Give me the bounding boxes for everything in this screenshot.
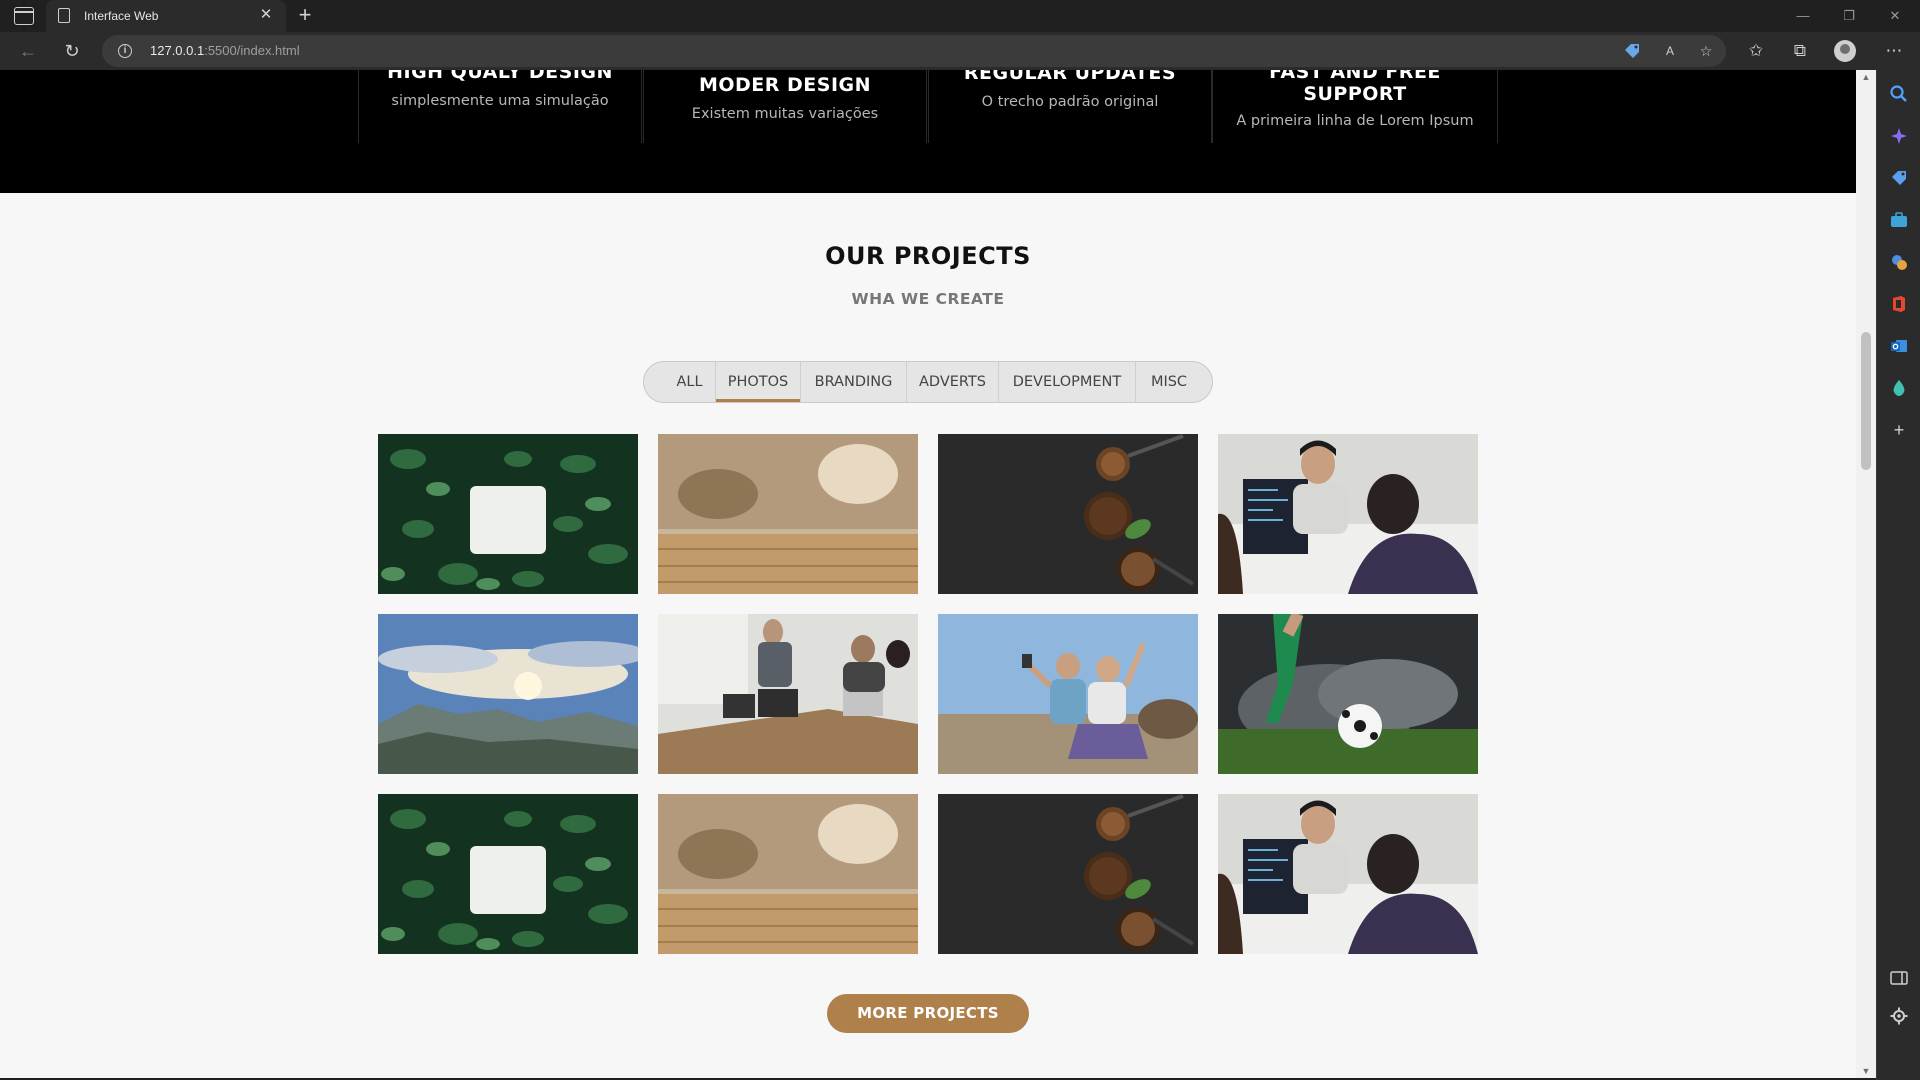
- filter-misc[interactable]: MISC: [1136, 362, 1212, 402]
- feature-item: MODER DESIGN Existem muitas variações: [643, 70, 927, 143]
- games-icon[interactable]: [1889, 252, 1909, 272]
- feature-title: REGULAR UPDATES: [963, 70, 1177, 84]
- browser-tab[interactable]: Interface Web ✕: [46, 0, 286, 32]
- feature-item: FAST AND FREE SUPPORT A primeira linha d…: [1212, 70, 1498, 143]
- filter-photos[interactable]: PHOTOS: [716, 362, 801, 402]
- hide-sidebar-icon[interactable]: [1889, 968, 1909, 988]
- project-image-coffee-beans[interactable]: [938, 434, 1198, 594]
- feature-title: FAST AND FREE SUPPORT: [1269, 70, 1441, 105]
- section-subtitle: WHA WE CREATE: [851, 290, 1005, 308]
- project-image-developers[interactable]: [1218, 434, 1478, 594]
- scroll-up-icon[interactable]: ▲: [1861, 72, 1871, 82]
- favorite-icon[interactable]: ☆: [1696, 41, 1716, 61]
- project-image-soccer[interactable]: [1218, 614, 1478, 774]
- minimize-icon[interactable]: —: [1780, 0, 1826, 32]
- more-projects-button[interactable]: MORE PROJECTS: [827, 994, 1029, 1033]
- copilot-icon[interactable]: [1889, 126, 1909, 146]
- project-image-meeting[interactable]: [658, 614, 918, 774]
- project-filter-bar: ALL PHOTOS BRANDING ADVERTS DEVELOPMENT …: [643, 361, 1213, 403]
- address-bar[interactable]: i 127.0.0.1:5500/index.html A ☆: [102, 35, 1726, 67]
- feature-text: Existem muitas variações: [691, 106, 879, 122]
- feature-text: A primeira linha de Lorem Ipsum: [1236, 113, 1474, 129]
- feature-title: MODER DESIGN: [698, 74, 872, 96]
- browser-window: Interface Web ✕ + — ❐ ✕ ← ↻ i 127.0.0.1:…: [0, 0, 1920, 1080]
- sidebar-settings-icon[interactable]: [1889, 1006, 1909, 1026]
- page-scrollbar[interactable]: ▲ ▼: [1856, 70, 1876, 1078]
- page-viewport: HIGH QUALY DESIGN simplesmente uma simul…: [0, 70, 1856, 1078]
- project-image-coffee-beans[interactable]: [938, 794, 1198, 954]
- url-path: :5500/index.html: [204, 43, 300, 58]
- filter-development[interactable]: DEVELOPMENT: [999, 362, 1136, 402]
- project-image-cafe-table[interactable]: [658, 434, 918, 594]
- add-sidebar-app-icon[interactable]: +: [1889, 420, 1909, 440]
- url-text[interactable]: 127.0.0.1:5500/index.html: [150, 43, 300, 58]
- filter-adverts[interactable]: ADVERTS: [907, 362, 999, 402]
- project-image-leaves[interactable]: [378, 434, 638, 594]
- feature-title: HIGH QUALY DESIGN: [387, 70, 613, 83]
- shopping-icon[interactable]: [1889, 168, 1909, 188]
- scroll-down-icon[interactable]: ▼: [1861, 1066, 1871, 1076]
- project-image-selfie-couple[interactable]: [938, 614, 1198, 774]
- collections-icon[interactable]: ⧉: [1785, 36, 1815, 66]
- tab-close-icon[interactable]: ✕: [256, 5, 276, 25]
- search-icon[interactable]: [1889, 84, 1909, 104]
- close-window-icon[interactable]: ✕: [1872, 0, 1918, 32]
- project-image-mountain-sky[interactable]: [378, 614, 638, 774]
- more-menu-icon[interactable]: ⋯: [1879, 36, 1909, 66]
- feature-text: O trecho padrão original: [981, 94, 1159, 110]
- site-info-icon[interactable]: i: [118, 44, 132, 58]
- filter-all[interactable]: ALL: [644, 362, 716, 402]
- filter-branding[interactable]: BRANDING: [801, 362, 907, 402]
- shopping-tag-icon[interactable]: [1622, 41, 1642, 61]
- project-image-developers[interactable]: [1218, 794, 1478, 954]
- feature-item: REGULAR UPDATES O trecho padrão original: [928, 70, 1212, 143]
- project-image-cafe-table[interactable]: [658, 794, 918, 954]
- scroll-thumb[interactable]: [1861, 332, 1871, 470]
- profile-avatar[interactable]: [1834, 40, 1856, 62]
- features-band: HIGH QUALY DESIGN simplesmente uma simul…: [0, 70, 1856, 193]
- feature-text: simplesmente uma simulação: [391, 93, 609, 109]
- section-title: OUR PROJECTS: [825, 242, 1031, 270]
- edge-sidebar: +: [1876, 70, 1920, 1080]
- feature-item: HIGH QUALY DESIGN simplesmente uma simul…: [358, 70, 642, 143]
- tools-icon[interactable]: [1889, 210, 1909, 230]
- drop-icon[interactable]: [1889, 378, 1909, 398]
- browser-toolbar: ← ↻ i 127.0.0.1:5500/index.html A ☆ ✩ ⧉ …: [0, 32, 1920, 70]
- back-icon[interactable]: ←: [13, 36, 43, 66]
- tab-actions-icon[interactable]: [14, 7, 34, 25]
- new-tab-icon[interactable]: +: [292, 3, 318, 29]
- outlook-icon[interactable]: [1889, 336, 1909, 356]
- project-image-leaves[interactable]: [378, 794, 638, 954]
- page-icon: [58, 8, 70, 23]
- restore-icon[interactable]: ❐: [1826, 0, 1872, 32]
- refresh-icon[interactable]: ↻: [57, 36, 87, 66]
- tab-title: Interface Web: [84, 9, 159, 23]
- read-aloud-icon[interactable]: A: [1660, 41, 1680, 61]
- office-icon[interactable]: [1889, 294, 1909, 314]
- url-host: 127.0.0.1: [150, 43, 205, 58]
- favorites-icon[interactable]: ✩: [1741, 36, 1771, 66]
- tab-strip: Interface Web ✕ + — ❐ ✕: [0, 0, 1920, 32]
